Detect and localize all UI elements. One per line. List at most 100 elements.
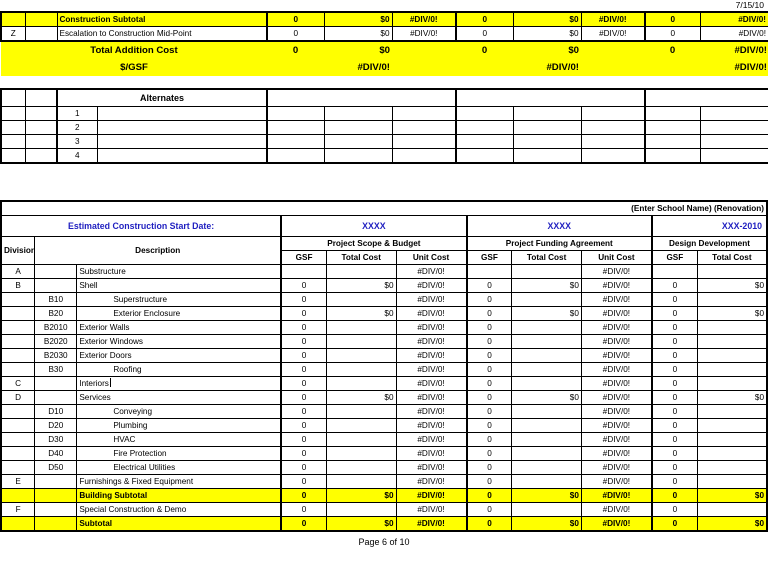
- value-cell[interactable]: 0: [280, 334, 327, 349]
- value-cell[interactable]: [325, 292, 397, 307]
- value-cell[interactable]: #DIV/0!: [580, 516, 653, 532]
- value-cell[interactable]: 0: [280, 460, 327, 475]
- value-cell[interactable]: 0: [465, 418, 513, 433]
- value-cell[interactable]: #DIV/0!: [395, 474, 468, 489]
- value-cell[interactable]: #DIV/0!: [580, 11, 646, 27]
- value-cell[interactable]: 0: [650, 306, 698, 321]
- alternate-value-cell[interactable]: [699, 120, 768, 135]
- value-cell[interactable]: 0: [465, 348, 513, 363]
- alternate-value-cell[interactable]: [580, 134, 646, 149]
- value-cell[interactable]: 0: [266, 11, 325, 27]
- value-cell[interactable]: $0: [325, 390, 397, 405]
- value-cell[interactable]: 0: [650, 488, 698, 503]
- value-cell[interactable]: 0: [280, 306, 327, 321]
- value-cell[interactable]: #DIV/0!: [580, 292, 653, 307]
- value-cell[interactable]: #DIV/0!: [395, 348, 468, 363]
- value-cell[interactable]: [696, 292, 768, 307]
- value-cell[interactable]: 0: [465, 292, 513, 307]
- value-cell[interactable]: #DIV/0!: [580, 320, 653, 335]
- value-cell[interactable]: 0: [650, 390, 698, 405]
- value-cell[interactable]: 0: [280, 320, 327, 335]
- value-cell[interactable]: #DIV/0!: [580, 474, 653, 489]
- value-cell[interactable]: [511, 404, 582, 419]
- value-cell[interactable]: #DIV/0!: [580, 376, 653, 391]
- alternate-value-cell[interactable]: [266, 148, 325, 164]
- value-cell[interactable]: [696, 376, 768, 391]
- value-cell[interactable]: 0: [650, 516, 698, 532]
- value-cell[interactable]: [511, 474, 582, 489]
- value-cell[interactable]: $0: [511, 278, 582, 293]
- alternate-value-cell[interactable]: [323, 120, 393, 135]
- alternate-value-cell[interactable]: [266, 106, 325, 121]
- value-cell[interactable]: #DIV/0!: [580, 502, 653, 517]
- value-cell[interactable]: #DIV/0!: [580, 404, 653, 419]
- alternates-group-cell[interactable]: [644, 88, 768, 107]
- value-cell[interactable]: 0: [650, 320, 698, 335]
- description-cell[interactable]: Services: [76, 390, 282, 405]
- value-cell[interactable]: [511, 502, 582, 517]
- value-cell[interactable]: [325, 334, 397, 349]
- value-cell[interactable]: 0: [280, 418, 327, 433]
- value-cell[interactable]: $0: [325, 278, 397, 293]
- value-cell[interactable]: #DIV/0!: [395, 390, 468, 405]
- value-cell[interactable]: [696, 264, 768, 279]
- alternate-value-cell[interactable]: [455, 148, 514, 164]
- value-cell[interactable]: [325, 348, 397, 363]
- value-cell[interactable]: [696, 334, 768, 349]
- value-cell[interactable]: [511, 446, 582, 461]
- value-cell[interactable]: [511, 348, 582, 363]
- value-cell[interactable]: [511, 334, 582, 349]
- value-cell[interactable]: #DIV/0!: [395, 516, 468, 532]
- alternate-value-cell[interactable]: [580, 120, 646, 135]
- alternate-value-cell[interactable]: [323, 148, 393, 164]
- value-cell[interactable]: $0: [696, 516, 768, 532]
- value-cell[interactable]: 0: [465, 334, 513, 349]
- value-cell[interactable]: $0: [511, 516, 582, 532]
- value-cell[interactable]: 0: [650, 404, 698, 419]
- value-cell[interactable]: 0: [465, 488, 513, 503]
- alternate-value-cell[interactable]: [644, 148, 701, 164]
- value-cell[interactable]: $0: [696, 390, 768, 405]
- value-cell[interactable]: [696, 418, 768, 433]
- value-cell[interactable]: #DIV/0!: [580, 26, 646, 42]
- start-date-value-3[interactable]: XXX-2010: [650, 215, 768, 237]
- value-cell[interactable]: 0: [465, 362, 513, 377]
- value-cell[interactable]: #DIV/0!: [580, 362, 653, 377]
- value-cell[interactable]: 0: [650, 292, 698, 307]
- description-cell[interactable]: Plumbing: [76, 418, 282, 433]
- value-cell[interactable]: 0: [280, 516, 327, 532]
- value-cell[interactable]: 0: [465, 446, 513, 461]
- value-cell[interactable]: [511, 460, 582, 475]
- value-cell[interactable]: #DIV/0!: [395, 460, 468, 475]
- alternate-value-cell[interactable]: [455, 120, 514, 135]
- value-cell[interactable]: #DIV/0!: [395, 362, 468, 377]
- value-cell[interactable]: [280, 264, 327, 279]
- value-cell[interactable]: #DIV/0!: [395, 418, 468, 433]
- value-cell[interactable]: $0: [323, 26, 393, 42]
- alternate-value-cell[interactable]: [644, 134, 701, 149]
- alternate-value-cell[interactable]: [391, 148, 457, 164]
- value-cell[interactable]: $0: [512, 26, 582, 42]
- value-cell[interactable]: [511, 432, 582, 447]
- description-cell[interactable]: Substructure: [76, 264, 282, 279]
- value-cell[interactable]: #DIV/0!: [395, 320, 468, 335]
- value-cell[interactable]: 0: [650, 474, 698, 489]
- alternate-value-cell[interactable]: [512, 120, 582, 135]
- value-cell[interactable]: 0: [280, 446, 327, 461]
- value-cell[interactable]: #DIV/0!: [391, 26, 457, 42]
- value-cell[interactable]: #DIV/0!: [699, 26, 768, 42]
- value-cell[interactable]: $0: [325, 306, 397, 321]
- value-cell[interactable]: #DIV/0!: [580, 488, 653, 503]
- value-cell[interactable]: [465, 264, 513, 279]
- value-cell[interactable]: $0: [511, 488, 582, 503]
- value-cell[interactable]: [325, 502, 397, 517]
- alternates-group-cell[interactable]: [455, 88, 646, 107]
- value-cell[interactable]: [325, 418, 397, 433]
- value-cell[interactable]: [511, 376, 582, 391]
- value-cell[interactable]: 0: [280, 432, 327, 447]
- description-cell[interactable]: Exterior Windows: [76, 334, 282, 349]
- alternate-description[interactable]: [96, 120, 269, 135]
- description-cell[interactable]: Fire Protection: [76, 446, 282, 461]
- value-cell[interactable]: #DIV/0!: [580, 348, 653, 363]
- value-cell[interactable]: #DIV/0!: [580, 446, 653, 461]
